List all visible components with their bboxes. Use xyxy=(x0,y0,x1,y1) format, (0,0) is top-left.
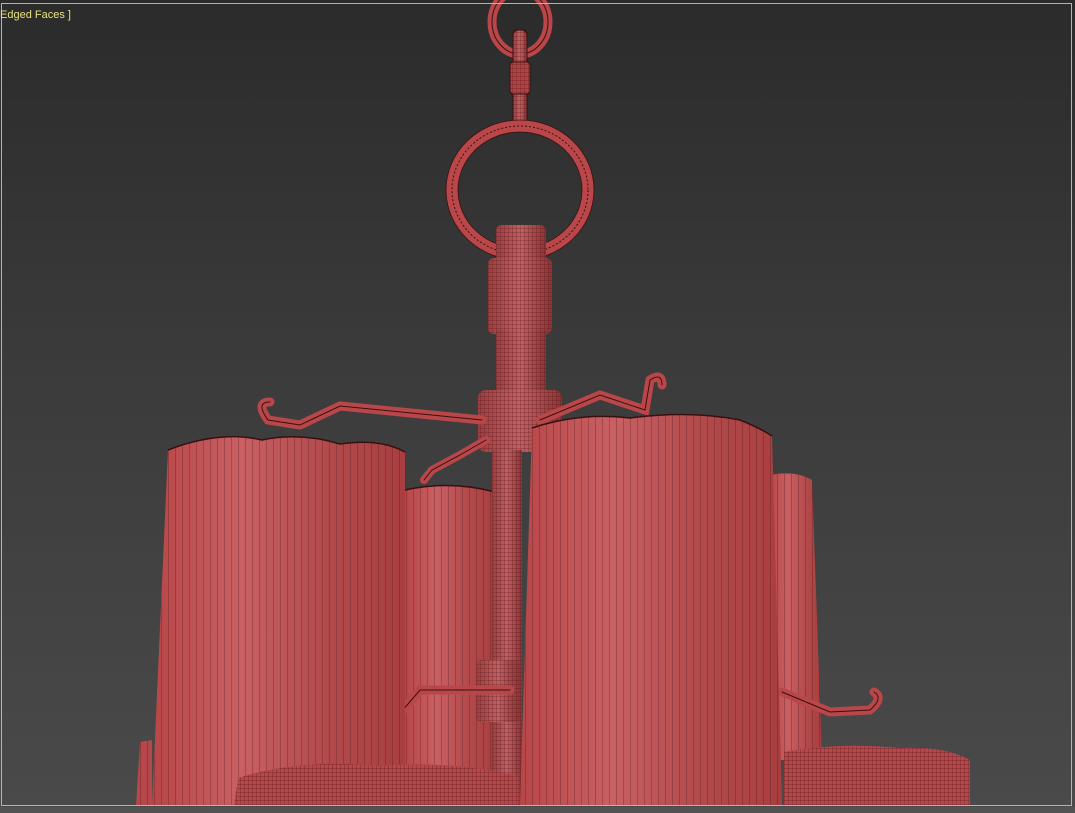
viewport-shading-label[interactable]: Edged Faces ] xyxy=(0,9,71,21)
shade-bottom-left xyxy=(136,740,152,806)
chain xyxy=(487,0,553,127)
shade-bottom-center xyxy=(234,763,518,806)
shade-left xyxy=(152,435,406,805)
shade-right-main xyxy=(520,413,782,805)
viewport-bottom-strip xyxy=(0,807,1075,813)
shade-bottom-right xyxy=(784,745,970,806)
shade-back-middle xyxy=(404,484,496,805)
3d-viewport[interactable]: Edged Faces ] xyxy=(0,0,1075,813)
chandelier-model xyxy=(136,0,970,806)
